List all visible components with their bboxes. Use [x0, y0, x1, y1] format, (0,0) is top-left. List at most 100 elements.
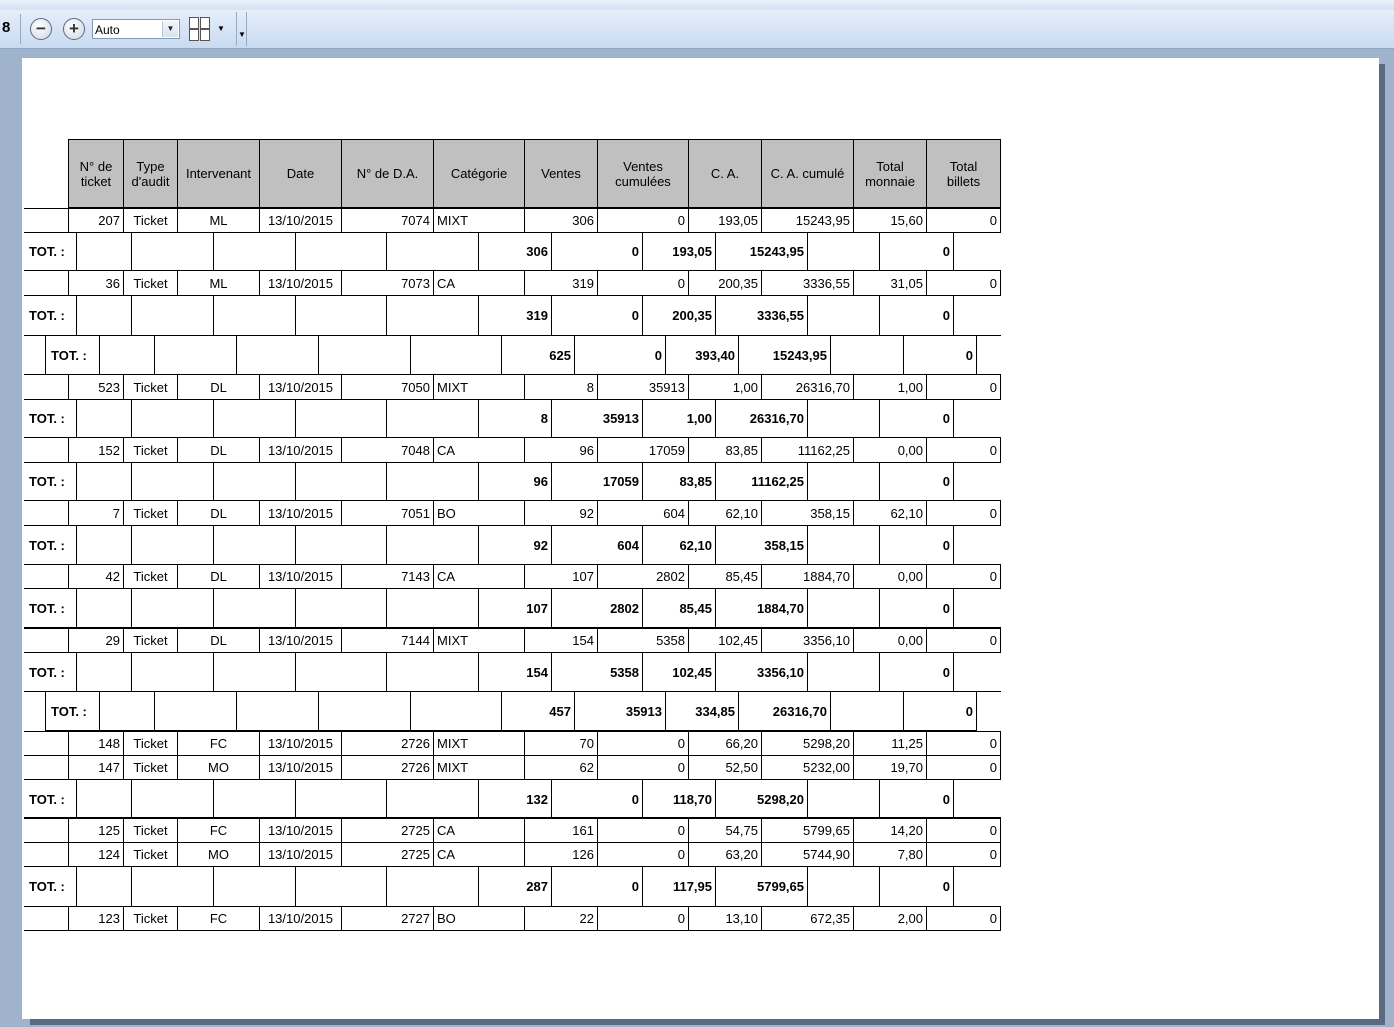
table-cell: 0	[597, 755, 689, 780]
total-cell: 102,45	[642, 652, 716, 692]
table-cell: 0	[926, 755, 1001, 780]
row-spacer	[24, 564, 69, 589]
total-empty-cell	[953, 399, 1001, 438]
table-cell: 85,45	[688, 564, 762, 589]
table-cell: 306	[524, 208, 598, 233]
table-cell: 13/10/2015	[259, 906, 342, 931]
total-label: TOT. :	[24, 462, 77, 501]
table-cell: 31,05	[853, 270, 927, 296]
table-cell: 0,00	[853, 564, 927, 589]
table-cell: 29	[68, 628, 124, 653]
total-empty-cell	[76, 295, 132, 336]
table-cell: 5298,20	[761, 731, 854, 756]
zoom-out-button[interactable]: −	[30, 18, 52, 40]
total-cell: 1,00	[642, 399, 716, 438]
chevron-down-icon[interactable]: ▼	[162, 21, 178, 37]
table-cell: 126	[524, 842, 598, 867]
row-spacer	[24, 500, 69, 526]
table-cell: 15243,95	[761, 208, 854, 233]
total-cell: 334,85	[665, 691, 739, 731]
table-cell: 14,20	[853, 817, 927, 843]
total-cell: 604	[551, 525, 643, 565]
total-empty-cell	[807, 295, 880, 336]
total-empty-cell	[807, 462, 880, 501]
total-empty-cell	[76, 232, 132, 271]
page-layout-button[interactable]	[188, 16, 212, 42]
table-cell: 0,00	[853, 628, 927, 653]
zoom-in-button[interactable]: +	[63, 18, 85, 40]
total-cell: 0	[879, 232, 954, 271]
page-number: 8	[2, 19, 11, 36]
chevron-down-icon[interactable]: ▼	[217, 24, 225, 33]
total-empty-cell	[76, 652, 132, 692]
total-cell: 200,35	[642, 295, 716, 336]
total-empty-cell	[213, 866, 296, 907]
table-cell: 207	[68, 208, 124, 233]
table-cell: 62,10	[853, 500, 927, 526]
row-spacer	[24, 437, 69, 463]
total-cell: 107	[478, 588, 552, 628]
table-cell: 13/10/2015	[259, 208, 342, 233]
table-cell: CA	[433, 270, 525, 296]
table-cell: Ticket	[123, 374, 178, 400]
total-empty-cell	[386, 295, 479, 336]
table-cell: 2726	[341, 755, 434, 780]
total-empty-cell	[99, 691, 155, 731]
total-label: TOT. :	[24, 588, 77, 628]
table-cell: 0	[926, 628, 1001, 653]
total-cell: 17059	[551, 462, 643, 501]
total-cell: 5298,20	[715, 779, 808, 819]
table-cell: 7051	[341, 500, 434, 526]
total-cell: 0	[903, 335, 977, 375]
table-cell: 35913	[597, 374, 689, 400]
table-cell: 0	[597, 731, 689, 756]
table-cell: 13/10/2015	[259, 500, 342, 526]
column-header: Intervenant	[177, 139, 260, 208]
table-cell: Ticket	[123, 731, 178, 756]
table-cell: 13/10/2015	[259, 842, 342, 867]
total-cell: 0	[879, 588, 954, 628]
total-empty-cell	[131, 399, 214, 438]
total-empty-cell	[76, 525, 132, 565]
zoom-select-value: Auto	[95, 23, 120, 37]
total-empty-cell	[953, 232, 1001, 271]
table-cell: 1,00	[688, 374, 762, 400]
total-empty-cell	[386, 399, 479, 438]
toolbar-overflow-icon[interactable]: ▼	[238, 30, 246, 39]
total-empty-cell	[295, 588, 387, 628]
total-empty-cell	[213, 399, 296, 438]
total-empty-cell	[953, 588, 1001, 628]
total-cell: 35913	[574, 691, 666, 731]
table-cell: 147	[68, 755, 124, 780]
table-cell: 13/10/2015	[259, 817, 342, 843]
total-cell: 85,45	[642, 588, 716, 628]
total-cell: 96	[478, 462, 552, 501]
total-empty-cell	[131, 779, 214, 819]
total-empty-cell	[386, 232, 479, 271]
total-cell: 457	[501, 691, 575, 731]
column-header: N° de D.A.	[341, 139, 434, 208]
total-cell: 0	[879, 652, 954, 692]
zoom-select[interactable]: Auto ▼	[92, 19, 180, 39]
total-empty-cell	[76, 779, 132, 819]
total-label: TOT. :	[24, 295, 77, 336]
table-cell: 19,70	[853, 755, 927, 780]
table-cell: 54,75	[688, 817, 762, 843]
table-cell: 0	[926, 208, 1001, 233]
total-label: TOT. :	[24, 866, 77, 907]
table-cell: 42	[68, 564, 124, 589]
total-cell: 0	[879, 399, 954, 438]
table-cell: 0	[926, 437, 1001, 463]
table-cell: 0	[926, 906, 1001, 931]
table-cell: 1884,70	[761, 564, 854, 589]
total-empty-cell	[131, 462, 214, 501]
total-cell: 0	[879, 462, 954, 501]
row-spacer	[24, 374, 69, 400]
table-cell: Ticket	[123, 564, 178, 589]
table-cell: 0,00	[853, 437, 927, 463]
table-cell: 15,60	[853, 208, 927, 233]
total-cell: 35913	[551, 399, 643, 438]
total-empty-cell	[386, 652, 479, 692]
table-cell: 62	[524, 755, 598, 780]
total-empty-cell	[953, 652, 1001, 692]
